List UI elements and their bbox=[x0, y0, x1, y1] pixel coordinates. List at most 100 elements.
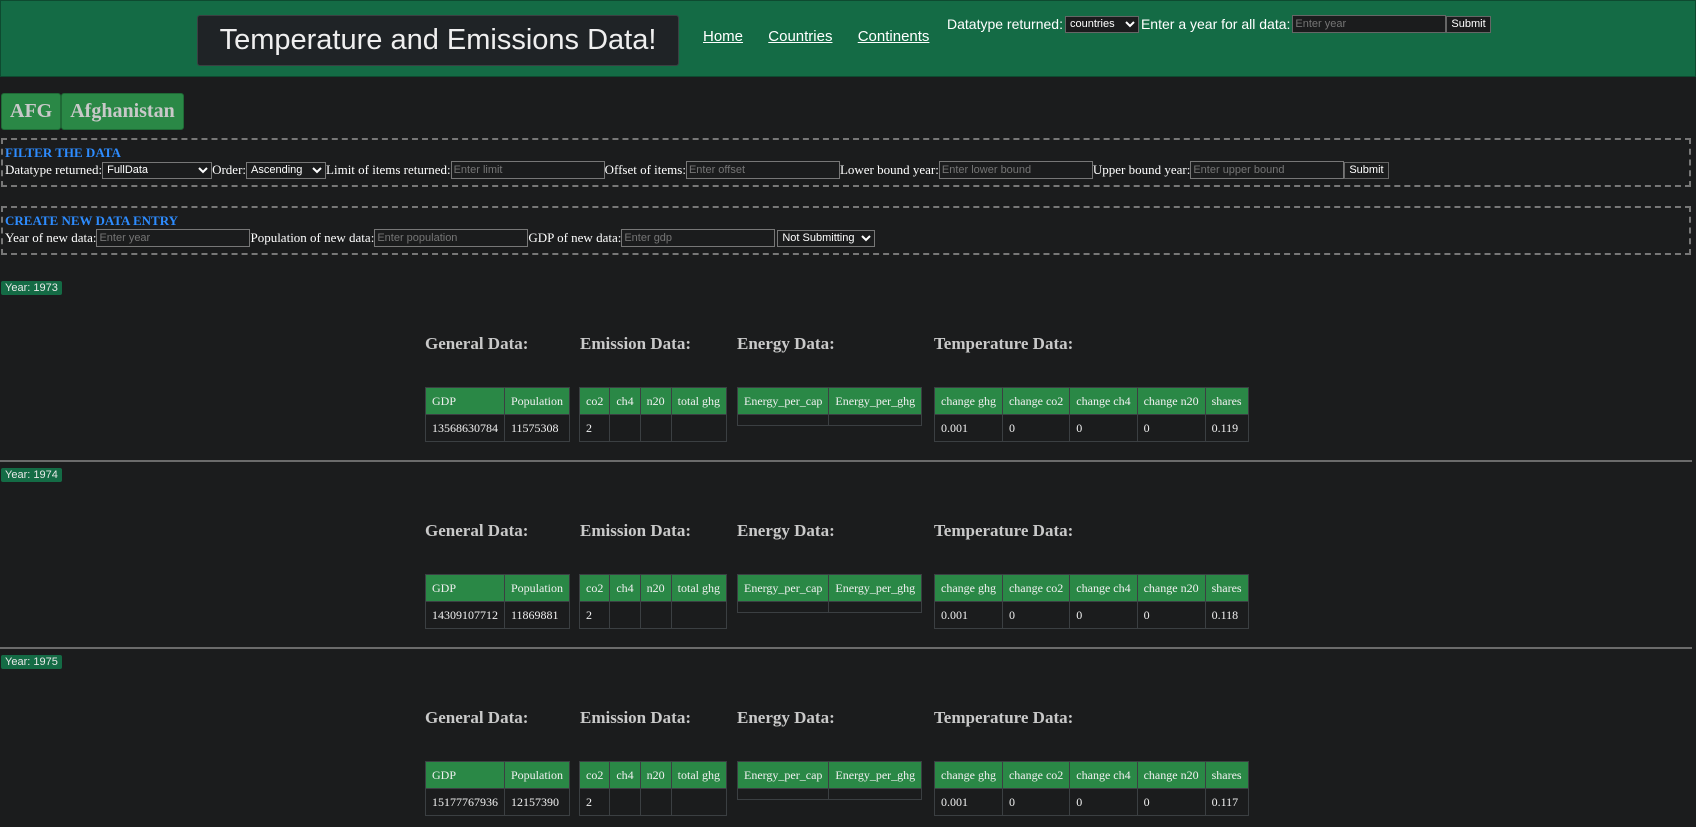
col-header: change n20 bbox=[1136, 387, 1206, 415]
emission-heading: Emission Data: bbox=[580, 521, 691, 540]
filter-offset-label: Offset of items: bbox=[604, 162, 686, 177]
table-cell: 0 bbox=[1001, 788, 1071, 816]
filter-datatype-label: Datatype returned: bbox=[5, 162, 103, 177]
table-cell bbox=[670, 788, 727, 816]
year-badge: Year: 1973 bbox=[1, 281, 62, 295]
col-header: total ghg bbox=[670, 574, 727, 602]
general-table: GDP Population 15177767936 12157390 bbox=[425, 761, 571, 816]
filter-upper-label: Upper bound year: bbox=[1092, 162, 1191, 177]
filter-offset-input[interactable] bbox=[685, 161, 840, 179]
filter-upper-input[interactable] bbox=[1190, 161, 1345, 179]
col-header: co2 bbox=[578, 574, 611, 602]
col-header: total ghg bbox=[670, 387, 727, 415]
col-header: Population bbox=[503, 387, 571, 415]
energy-table: Energy_per_cap Energy_per_ghg bbox=[736, 761, 923, 800]
col-header: change n20 bbox=[1136, 761, 1206, 789]
col-header: ch4 bbox=[609, 761, 641, 789]
table-cell: 11869881 bbox=[503, 601, 571, 629]
col-header: change ghg bbox=[934, 761, 1003, 789]
table-cell bbox=[670, 414, 727, 442]
energy-heading: Energy Data: bbox=[737, 708, 835, 727]
header-submit-button[interactable]: Submit bbox=[1446, 15, 1491, 33]
col-header: n20 bbox=[639, 574, 672, 602]
temperature-table: change ghg change co2 change ch4 change n20… bbox=[934, 387, 1249, 442]
table-cell bbox=[828, 414, 923, 426]
col-header: GDP bbox=[425, 387, 505, 415]
table-cell: 0.001 bbox=[934, 601, 1003, 629]
filter-limit-input[interactable] bbox=[450, 161, 605, 179]
filter-order-select[interactable]: Ascending bbox=[246, 161, 327, 179]
col-header: total ghg bbox=[670, 761, 727, 789]
filter-limit-label: Limit of items returned: bbox=[326, 162, 451, 177]
emission-heading: Emission Data: bbox=[580, 708, 691, 727]
table-cell: 0.001 bbox=[934, 788, 1003, 816]
create-gdp-label: GDP of new data: bbox=[528, 230, 622, 245]
table-cell: 0 bbox=[1136, 601, 1206, 629]
site-title: Temperature and Emissions Data! bbox=[197, 15, 679, 66]
temperature-heading: Temperature Data: bbox=[934, 708, 1074, 727]
energy-heading: Energy Data: bbox=[737, 521, 835, 540]
year-input[interactable] bbox=[1292, 15, 1447, 33]
create-pop-label: Population of new data: bbox=[250, 230, 375, 245]
filter-panel: FILTER THE DATA Datatype returned: FullD… bbox=[1, 138, 1691, 187]
table-cell: 2 bbox=[578, 414, 611, 442]
col-header: Energy_per_ghg bbox=[828, 387, 923, 415]
datatype-label: Datatype returned: bbox=[947, 16, 1063, 32]
country-badge: AFG Afghanistan bbox=[1, 93, 184, 130]
col-header: change ghg bbox=[934, 574, 1003, 602]
col-header: Population bbox=[503, 574, 571, 602]
filter-datatype-select[interactable]: FullData bbox=[102, 161, 213, 179]
table-cell: 0.117 bbox=[1204, 788, 1249, 816]
col-header: co2 bbox=[578, 761, 611, 789]
general-heading: General Data: bbox=[425, 521, 529, 540]
table-cell: 2 bbox=[578, 788, 611, 816]
table-cell bbox=[736, 601, 830, 613]
general-heading: General Data: bbox=[425, 334, 529, 353]
table-cell: 0 bbox=[1069, 788, 1138, 816]
col-header: co2 bbox=[578, 387, 611, 415]
table-cell bbox=[736, 414, 830, 426]
table-cell bbox=[609, 601, 641, 629]
create-year-label: Year of new data: bbox=[5, 230, 97, 245]
col-header: GDP bbox=[425, 574, 505, 602]
table-cell: 15177767936 bbox=[425, 788, 505, 816]
table-cell: 0 bbox=[1136, 414, 1206, 442]
table-cell: 11575308 bbox=[503, 414, 571, 442]
country-code: AFG bbox=[1, 93, 62, 130]
nav-continents-link[interactable]: Continents bbox=[858, 28, 930, 45]
create-gdp-input[interactable] bbox=[621, 229, 776, 247]
filter-lower-input[interactable] bbox=[938, 161, 1093, 179]
col-header: change n20 bbox=[1136, 574, 1206, 602]
main-nav: Home Countries Continents bbox=[703, 28, 951, 45]
col-header: change co2 bbox=[1001, 574, 1071, 602]
col-header: Population bbox=[503, 761, 571, 789]
country-name: Afghanistan bbox=[61, 93, 184, 130]
filter-submit-button[interactable]: Submit bbox=[1344, 161, 1389, 179]
temperature-table: change ghg change co2 change ch4 change n20… bbox=[934, 761, 1249, 816]
table-cell: 0 bbox=[1001, 414, 1071, 442]
temperature-heading: Temperature Data: bbox=[934, 334, 1074, 353]
filter-row: Datatype returned: FullData Order: Ascen… bbox=[5, 161, 1689, 179]
nav-countries-link[interactable]: Countries bbox=[768, 28, 832, 45]
create-panel: CREATE NEW DATA ENTRY Year of new data: … bbox=[1, 206, 1691, 255]
create-year-input[interactable] bbox=[96, 229, 251, 247]
table-cell: 0 bbox=[1136, 788, 1206, 816]
filter-title: FILTER THE DATA bbox=[5, 145, 121, 160]
table-cell bbox=[670, 601, 727, 629]
table-cell bbox=[639, 788, 672, 816]
datatype-select[interactable]: countries bbox=[1064, 15, 1139, 33]
table-cell: 0 bbox=[1069, 601, 1138, 629]
col-header: Energy_per_cap bbox=[736, 761, 830, 789]
general-table: GDP Population 14309107712 11869881 bbox=[425, 574, 571, 629]
col-header: change ch4 bbox=[1069, 387, 1138, 415]
col-header: shares bbox=[1204, 761, 1249, 789]
create-pop-input[interactable] bbox=[374, 229, 529, 247]
table-cell: 12157390 bbox=[503, 788, 571, 816]
table-cell: 0 bbox=[1001, 601, 1071, 629]
table-cell: 2 bbox=[578, 601, 611, 629]
col-header: change ghg bbox=[934, 387, 1003, 415]
emission-heading: Emission Data: bbox=[580, 334, 691, 353]
table-cell: 13568630784 bbox=[425, 414, 505, 442]
create-mode-select[interactable]: Not Submitting bbox=[777, 229, 876, 247]
nav-home-link[interactable]: Home bbox=[703, 28, 743, 45]
